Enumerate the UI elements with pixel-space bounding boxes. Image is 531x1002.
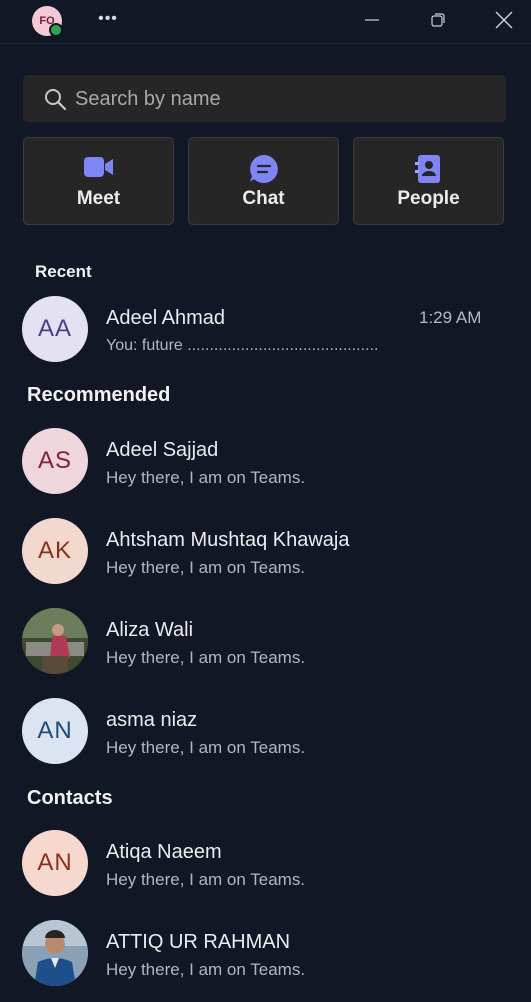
minimize-button[interactable]	[357, 8, 387, 32]
contact-list-item[interactable]: AK Ahtsham Mushtaq Khawaja Hey there, I …	[0, 514, 531, 594]
search-icon	[45, 89, 67, 111]
contact-list-item[interactable]: AN Atiqa Naeem Hey there, I am on Teams.	[0, 826, 531, 906]
contact-name: Atiqa Naeem	[106, 841, 222, 863]
message-time: 1:29 AM	[419, 308, 482, 327]
status-message: Hey there, I am on Teams.	[106, 648, 306, 667]
status-message: Hey there, I am on Teams.	[106, 558, 306, 577]
contact-name: Aliza Wali	[106, 619, 194, 641]
status-message: Hey there, I am on Teams.	[106, 960, 306, 979]
presence-available-icon	[49, 23, 63, 37]
video-camera-icon	[83, 157, 113, 177]
meet-button[interactable]: Meet	[23, 137, 174, 225]
contacts-heading: Contacts	[27, 787, 113, 809]
avatar: AN	[22, 698, 88, 764]
avatar-photo	[22, 608, 88, 674]
contact-name: asma niaz	[106, 709, 198, 731]
avatar: AS	[22, 428, 88, 494]
contact-name: Ahtsham Mushtaq Khawaja	[106, 529, 350, 551]
avatar: AA	[22, 296, 88, 362]
contact-list-item[interactable]: ATTIQ UR RAHMAN Hey there, I am on Teams…	[0, 916, 531, 996]
contact-name: ATTIQ UR RAHMAN	[106, 931, 291, 953]
recommended-heading: Recommended	[27, 384, 171, 406]
recent-heading: Recent	[35, 262, 92, 281]
close-icon	[495, 11, 513, 29]
contact-list-item[interactable]: Aliza Wali Hey there, I am on Teams.	[0, 604, 531, 684]
minimize-icon	[365, 19, 379, 21]
profile-photo-icon	[22, 920, 88, 986]
chat-label: Chat	[242, 188, 285, 209]
contact-name: Adeel Sajjad	[106, 439, 219, 461]
last-message-preview: You: future ............................…	[106, 337, 379, 354]
close-button[interactable]	[489, 8, 519, 32]
chat-bubble-icon	[249, 155, 278, 183]
restore-button[interactable]	[423, 8, 453, 32]
restore-icon	[431, 13, 445, 27]
avatar: AN	[22, 830, 88, 896]
search-input[interactable]	[73, 75, 497, 124]
title-bar: FO •••	[0, 0, 531, 44]
search-box[interactable]	[23, 75, 506, 124]
profile-avatar[interactable]: FO	[32, 6, 63, 37]
contact-list-item[interactable]: AN asma niaz Hey there, I am on Teams.	[0, 694, 531, 774]
avatar: AK	[22, 518, 88, 584]
meet-label: Meet	[76, 188, 121, 209]
profile-photo-icon	[22, 608, 88, 674]
more-options-button[interactable]: •••	[96, 10, 120, 30]
status-message: Hey there, I am on Teams.	[106, 468, 306, 487]
people-label: People	[397, 188, 460, 209]
contact-list-item[interactable]: AS Adeel Sajjad Hey there, I am on Teams…	[0, 424, 531, 504]
avatar-photo	[22, 920, 88, 986]
chat-button[interactable]: Chat	[188, 137, 339, 225]
contact-book-icon	[414, 155, 440, 183]
status-message: Hey there, I am on Teams.	[106, 870, 306, 889]
contact-name: Adeel Ahmad	[106, 307, 225, 329]
status-message: Hey there, I am on Teams.	[106, 738, 306, 757]
chat-list-item[interactable]: AA Adeel Ahmad You: future .............…	[0, 292, 531, 372]
people-button[interactable]: People	[353, 137, 504, 225]
